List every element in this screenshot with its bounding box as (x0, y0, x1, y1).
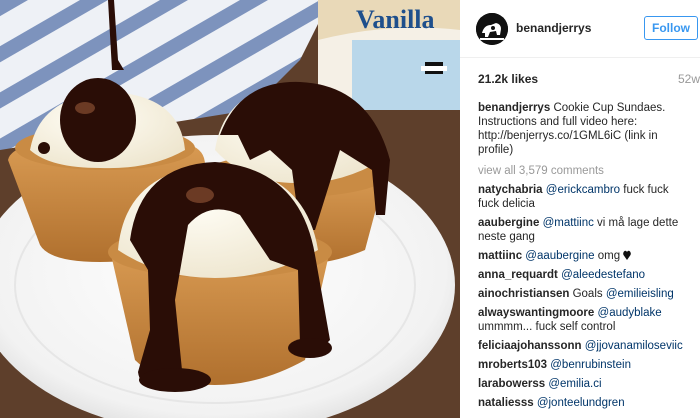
black-heart-icon (623, 250, 632, 260)
comment-item: natychabria @erickcambro fuck fuck fuck … (478, 183, 692, 211)
follow-button[interactable]: Follow (644, 16, 698, 40)
cow-logo-icon (476, 13, 508, 45)
comment-mention[interactable]: @jonteelundgren (537, 397, 625, 409)
comment-username[interactable]: alwayswantingmoore (478, 307, 594, 319)
cookie-cup-sundaes-image: Vanilla (0, 0, 460, 418)
comment-username[interactable]: ainochristiansen (478, 288, 569, 300)
comment-username[interactable]: larabowerss (478, 378, 545, 390)
comment-list: natychabria @erickcambro fuck fuck fuck … (478, 183, 692, 415)
post-header: benandjerrys Follow (460, 0, 700, 58)
avatar[interactable] (476, 13, 508, 45)
likes-row: 21.2k likes 52w (478, 72, 700, 90)
likes-count[interactable]: 21.2k likes (478, 72, 538, 86)
comment-mention[interactable]: @emilia.ci (548, 378, 601, 390)
comment-mention[interactable]: @jjovanamiloseviic (585, 340, 683, 352)
comment-username[interactable]: mattiinc (478, 250, 522, 262)
post-username[interactable]: benandjerrys (516, 21, 591, 35)
post-caption: benandjerrys Cookie Cup Sundaes. Instruc… (478, 101, 684, 157)
comment-item: larabowerss @emilia.ci (478, 377, 692, 391)
post-age[interactable]: 52w (678, 72, 700, 86)
comment-mention[interactable]: @emilieisling (606, 288, 674, 300)
comment-username[interactable]: natychabria (478, 184, 543, 196)
comment-mention[interactable]: @erickcambro (546, 184, 620, 196)
comment-username[interactable]: nataliesss (478, 397, 534, 409)
comment-username[interactable]: anna_requardt (478, 269, 558, 281)
comment-mention[interactable]: @benrubinstein (550, 359, 631, 371)
comment-item: mattiinc @aaubergine omg (478, 249, 692, 263)
caption-username[interactable]: benandjerrys (478, 102, 550, 114)
view-all-comments-link[interactable]: view all 3,579 comments (478, 165, 604, 177)
comment-username[interactable]: aaubergine (478, 217, 539, 229)
comment-item: feliciaajohanssonn @jjovanamiloseviic (478, 339, 692, 353)
comment-text: omg (594, 250, 621, 262)
comment-item: mroberts103 @benrubinstein (478, 358, 692, 372)
post-photo[interactable]: Vanilla (0, 0, 460, 418)
comment-item: anna_requardt @aleedestefano (478, 268, 692, 282)
comment-text: ummmm... fuck self control (478, 321, 616, 333)
post-sidebar: benandjerrys Follow 21.2k likes 52w bena… (460, 0, 700, 418)
comment-mention[interactable]: @aleedestefano (561, 269, 645, 281)
pint-label: Vanilla (356, 5, 435, 34)
comment-item: ainochristiansen Goals @emilieisling (478, 287, 692, 301)
comment-username[interactable]: feliciaajohanssonn (478, 340, 582, 352)
comment-mention[interactable]: @aaubergine (525, 250, 594, 262)
comment-item: alwayswantingmoore @audyblake ummmm... f… (478, 306, 692, 334)
comment-text: Goals (572, 288, 606, 300)
comment-mention[interactable]: @mattiinc (543, 217, 594, 229)
comment-item: aaubergine @mattiinc vi må lage dette ne… (478, 216, 692, 244)
comment-username[interactable]: mroberts103 (478, 359, 547, 371)
comment-item: nataliesss @jonteelundgren (478, 396, 692, 410)
comment-mention[interactable]: @audyblake (598, 307, 662, 319)
